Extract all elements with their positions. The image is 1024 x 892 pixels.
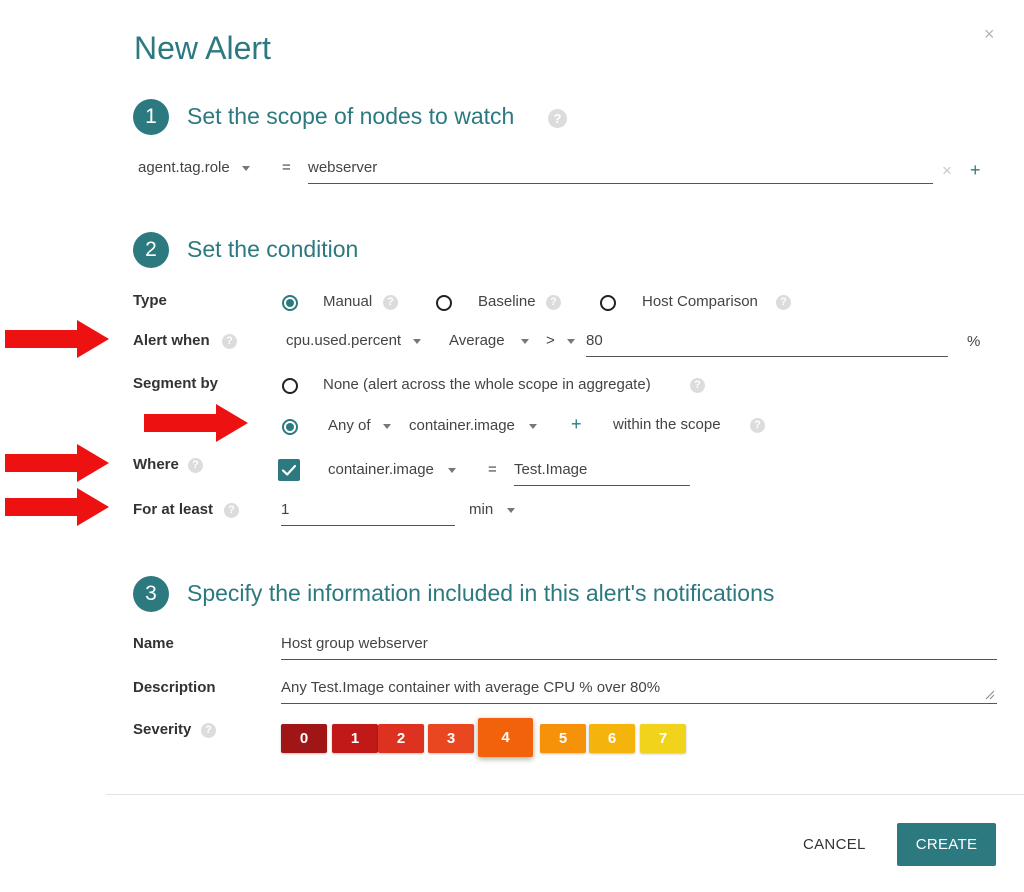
severity-level-7[interactable]: 7	[640, 724, 686, 753]
duration-unit-label: min	[469, 501, 494, 518]
type-manual-label: Manual	[323, 293, 373, 310]
threshold-unit: %	[967, 333, 981, 350]
duration-input[interactable]: 1	[281, 501, 455, 526]
annotation-arrow	[144, 404, 248, 442]
severity-level-6[interactable]: 6	[589, 724, 635, 753]
close-icon[interactable]: ×	[984, 24, 995, 45]
cancel-button[interactable]: CANCEL	[803, 836, 866, 853]
segment-any-of-radio[interactable]	[282, 419, 298, 435]
segment-none-label: None (alert across the whole scope in ag…	[323, 376, 651, 393]
severity-level-0[interactable]: 0	[281, 724, 327, 753]
chevron-down-icon	[448, 467, 457, 473]
name-label: Name	[133, 635, 174, 652]
description-textarea[interactable]: Any Test.Image container with average CP…	[281, 679, 997, 704]
severity-level-4[interactable]: 4	[478, 718, 533, 757]
where-checkbox[interactable]	[278, 459, 300, 481]
severity-level-5[interactable]: 5	[540, 724, 586, 753]
threshold-input[interactable]: 80	[586, 332, 948, 357]
segment-none-radio[interactable]	[282, 378, 298, 394]
alert-when-label: Alert when	[133, 332, 210, 349]
step-2-badge: 2	[133, 232, 169, 268]
alert-name-input[interactable]: Host group webserver	[281, 635, 997, 660]
help-icon[interactable]: ?	[546, 295, 561, 310]
annotation-arrow	[5, 488, 109, 526]
type-host-comparison-label: Host Comparison	[642, 293, 758, 310]
help-icon[interactable]: ?	[222, 334, 237, 349]
help-icon[interactable]: ?	[548, 109, 567, 128]
where-operator: =	[488, 461, 497, 478]
resize-handle-icon[interactable]	[985, 690, 995, 700]
step-3-badge: 3	[133, 576, 169, 612]
type-baseline-label: Baseline	[478, 293, 536, 310]
metric-dropdown[interactable]: cpu.used.percent	[286, 332, 422, 349]
create-button[interactable]: CREATE	[897, 823, 996, 866]
help-icon[interactable]: ?	[776, 295, 791, 310]
help-icon[interactable]: ?	[750, 418, 765, 433]
step-2-title: Set the condition	[187, 236, 359, 262]
where-value-input[interactable]: Test.Image	[514, 461, 690, 486]
for-at-least-label: For at least	[133, 501, 214, 518]
chevron-down-icon	[507, 507, 516, 513]
description-label: Description	[133, 679, 216, 696]
help-icon[interactable]: ?	[383, 295, 398, 310]
annotation-arrow	[5, 320, 109, 358]
where-label: Where	[133, 456, 179, 473]
chevron-down-icon	[566, 338, 575, 344]
dialog-title: New Alert	[134, 30, 271, 66]
chevron-down-icon	[382, 423, 391, 429]
where-field-dropdown[interactable]: container.image	[328, 461, 457, 478]
type-manual-radio[interactable]	[282, 295, 298, 311]
severity-level-3[interactable]: 3	[428, 724, 474, 753]
help-icon[interactable]: ?	[224, 503, 239, 518]
type-baseline-radio[interactable]	[436, 295, 452, 311]
help-icon[interactable]: ?	[188, 458, 203, 473]
severity-label: Severity	[133, 721, 192, 738]
annotation-arrow	[5, 444, 109, 482]
clear-icon[interactable]: ×	[942, 161, 952, 181]
segment-field-label: container.image	[409, 417, 515, 434]
metric-label: cpu.used.percent	[286, 332, 402, 349]
scope-key-label: agent.tag.role	[138, 159, 230, 176]
step-1-badge: 1	[133, 99, 169, 135]
severity-level-1[interactable]: 1	[332, 724, 378, 753]
add-segment-icon[interactable]: +	[571, 414, 582, 435]
type-label: Type	[133, 292, 167, 309]
duration-unit-dropdown[interactable]: min	[469, 501, 516, 518]
chevron-down-icon	[413, 338, 422, 344]
help-icon[interactable]: ?	[690, 378, 705, 393]
chevron-down-icon	[241, 165, 250, 171]
chevron-down-icon	[520, 338, 529, 344]
scope-operator: =	[282, 159, 291, 176]
aggregation-label: Average	[449, 332, 505, 349]
scope-key-dropdown[interactable]: agent.tag.role	[138, 159, 250, 176]
any-of-label: Any of	[328, 417, 371, 434]
step-1-title: Set the scope of nodes to watch	[187, 103, 515, 129]
step-3-title: Specify the information included in this…	[187, 580, 775, 606]
comparator-label: >	[546, 332, 555, 349]
severity-level-2[interactable]: 2	[378, 724, 424, 753]
any-of-dropdown[interactable]: Any of	[328, 417, 391, 434]
comparator-dropdown[interactable]: >	[546, 332, 575, 349]
type-host-comparison-radio[interactable]	[600, 295, 616, 311]
where-field-label: container.image	[328, 461, 434, 478]
scope-value-input[interactable]: webserver	[308, 159, 933, 184]
chevron-down-icon	[529, 423, 538, 429]
aggregation-dropdown[interactable]: Average	[449, 332, 529, 349]
segment-by-label: Segment by	[133, 375, 219, 392]
add-scope-icon[interactable]: +	[970, 160, 981, 181]
help-icon[interactable]: ?	[201, 723, 216, 738]
footer-divider	[106, 794, 1024, 795]
within-scope-label: within the scope	[613, 416, 721, 433]
checkmark-icon	[281, 464, 297, 476]
segment-field-dropdown[interactable]: container.image	[409, 417, 538, 434]
